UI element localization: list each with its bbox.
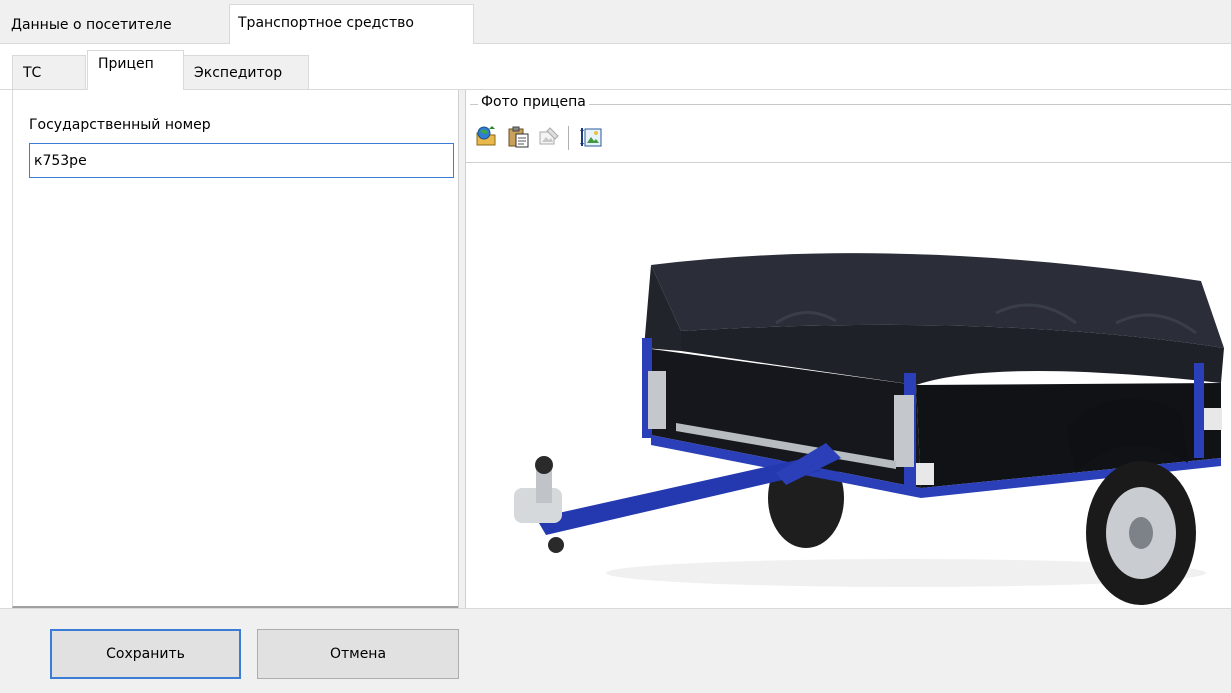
trailer-photo — [476, 173, 1229, 608]
photo-toolbar — [474, 122, 1231, 156]
trailer-photo-panel: Фото прицепа — [466, 90, 1231, 608]
plate-number-input[interactable] — [29, 143, 454, 178]
clear-image-icon[interactable] — [536, 124, 562, 150]
main-tab-strip: Данные о посетителе Транспортное средств… — [0, 0, 1231, 45]
tab-ts[interactable]: ТС — [12, 55, 86, 89]
save-button[interactable]: Сохранить — [50, 629, 241, 679]
vehicle-tab-strip: ТС Экспедитор Прицеп — [0, 44, 1231, 90]
panel-splitter[interactable] — [458, 90, 466, 608]
paste-icon[interactable] — [506, 124, 532, 150]
cancel-button[interactable]: Отмена — [257, 629, 459, 679]
plate-number-label: Государственный номер — [29, 117, 211, 133]
tab-visitor-data[interactable]: Данные о посетителе — [3, 10, 180, 40]
tab-vehicle[interactable]: Транспортное средство — [229, 4, 474, 45]
toolbar-divider — [466, 162, 1231, 163]
dialog-button-bar: Сохранить Отмена — [0, 608, 1231, 693]
photo-group-title: Фото прицепа — [478, 94, 589, 110]
tab-forwarder[interactable]: Экспедитор — [183, 55, 309, 89]
fit-image-icon[interactable] — [578, 124, 604, 150]
tab-trailer[interactable]: Прицеп — [87, 50, 184, 90]
toolbar-separator — [568, 126, 569, 150]
trailer-form-panel: Государственный номер — [12, 90, 458, 608]
open-image-icon[interactable] — [474, 124, 500, 150]
